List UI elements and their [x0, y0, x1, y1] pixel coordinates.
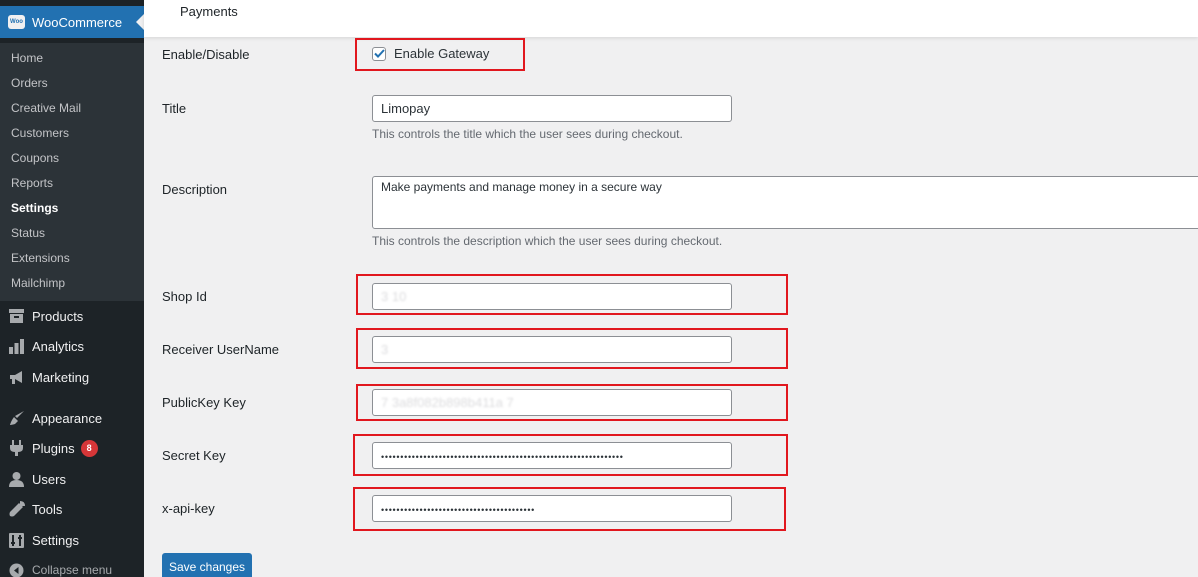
- menu-item-appearance[interactable]: Appearance: [0, 403, 144, 433]
- user-icon: [8, 471, 25, 488]
- submenu-item-mailchimp[interactable]: Mailchimp: [11, 276, 65, 290]
- menu-item-settings[interactable]: Settings: [0, 525, 144, 555]
- menu-item-plugins[interactable]: Plugins 8: [0, 433, 144, 463]
- enable-gateway-checkbox[interactable]: [372, 46, 386, 61]
- menu-item-marketing[interactable]: Marketing: [0, 362, 144, 392]
- menu-label-marketing: Marketing: [32, 369, 90, 385]
- woocommerce-menu-label: WooCommerce: [32, 14, 123, 30]
- title-input[interactable]: Limopay: [372, 95, 732, 122]
- submenu-item-settings[interactable]: Settings: [11, 201, 58, 215]
- bar-chart-icon: [8, 338, 25, 355]
- description-textarea[interactable]: Make payments and manage money in a secu…: [372, 176, 1198, 229]
- menu-item-users[interactable]: Users: [0, 464, 144, 494]
- submenu-item-status[interactable]: Status: [11, 226, 45, 240]
- megaphone-icon: [8, 369, 25, 386]
- submenu-item-coupons[interactable]: Coupons: [11, 151, 59, 165]
- description-help-text: This controls the description which the …: [372, 234, 723, 248]
- admin-sidebar: Woo WooCommerce Home Orders Creative Mai…: [0, 0, 144, 577]
- enable-gateway-row[interactable]: Enable Gateway: [372, 46, 489, 61]
- enable-gateway-label: Enable Gateway: [394, 46, 490, 61]
- receiver-username-input[interactable]: 3: [372, 336, 732, 363]
- submenu-item-home[interactable]: Home: [11, 51, 43, 65]
- submenu-item-orders[interactable]: Orders: [11, 76, 48, 90]
- plugins-update-badge: 8: [80, 439, 98, 457]
- shop-id-input[interactable]: 3 10: [372, 283, 732, 310]
- secret-key-input[interactable]: ••••••••••••••••••••••••••••••••••••••••…: [372, 442, 732, 469]
- menu-item-products[interactable]: Products: [0, 301, 144, 331]
- receiver-username-label: Receiver UserName: [162, 342, 280, 357]
- menu-label-plugins: Plugins: [32, 440, 75, 456]
- collapse-arrow-icon: [8, 562, 25, 577]
- shop-id-value: 3 10: [381, 289, 407, 304]
- title-description: This controls the title which the user s…: [372, 127, 683, 141]
- woocommerce-menu-header[interactable]: Woo WooCommerce: [0, 6, 144, 38]
- public-key-value: 7 3a8f082b898b411a 7: [381, 395, 514, 410]
- secret-key-value: ••••••••••••••••••••••••••••••••••••••••…: [381, 452, 624, 462]
- x-api-key-label: x-api-key: [162, 501, 215, 516]
- settings-top-bar: Payments: [144, 0, 1198, 37]
- menu-label-analytics: Analytics: [32, 338, 85, 354]
- submenu-item-reports[interactable]: Reports: [11, 176, 53, 190]
- menu-label-products: Products: [32, 308, 84, 324]
- save-changes-button[interactable]: Save changes: [162, 553, 252, 577]
- menu-item-analytics[interactable]: Analytics: [0, 331, 144, 361]
- public-key-label: PublicKey Key: [162, 395, 246, 410]
- description-label: Description: [162, 182, 228, 197]
- woocommerce-submenu: Home Orders Creative Mail Customers Coup…: [0, 43, 144, 301]
- settings-sliders-icon: [8, 532, 25, 549]
- collapse-menu-button[interactable]: Collapse menu: [0, 555, 144, 577]
- menu-label-tools: Tools: [32, 501, 63, 517]
- x-api-key-value: ••••••••••••••••••••••••••••••••••••••••: [381, 505, 536, 515]
- menu-item-tools[interactable]: Tools: [0, 494, 144, 524]
- woocommerce-logo-icon: Woo: [8, 15, 25, 29]
- x-api-key-input[interactable]: ••••••••••••••••••••••••••••••••••••••••: [372, 495, 732, 522]
- submenu-item-creative-mail[interactable]: Creative Mail: [11, 101, 81, 115]
- menu-label-appearance: Appearance: [32, 410, 103, 426]
- title-label: Title: [162, 101, 187, 116]
- archive-icon: [8, 308, 25, 325]
- submenu-item-extensions[interactable]: Extensions: [11, 251, 70, 265]
- paintbrush-icon: [8, 410, 25, 427]
- tab-payments[interactable]: Payments: [180, 4, 238, 19]
- enable-disable-label: Enable/Disable: [162, 47, 250, 62]
- public-key-input[interactable]: 7 3a8f082b898b411a 7: [372, 389, 732, 416]
- collapse-menu-label: Collapse menu: [32, 563, 113, 577]
- submenu-item-customers[interactable]: Customers: [11, 126, 69, 140]
- wrench-icon: [8, 501, 25, 518]
- menu-label-users: Users: [32, 471, 66, 487]
- plug-icon: [8, 440, 25, 457]
- checkmark-icon: [373, 49, 385, 58]
- menu-label-settings: Settings: [32, 532, 79, 548]
- secret-key-label: Secret Key: [162, 448, 226, 463]
- shop-id-label: Shop Id: [162, 289, 207, 304]
- receiver-username-value: 3: [381, 342, 389, 357]
